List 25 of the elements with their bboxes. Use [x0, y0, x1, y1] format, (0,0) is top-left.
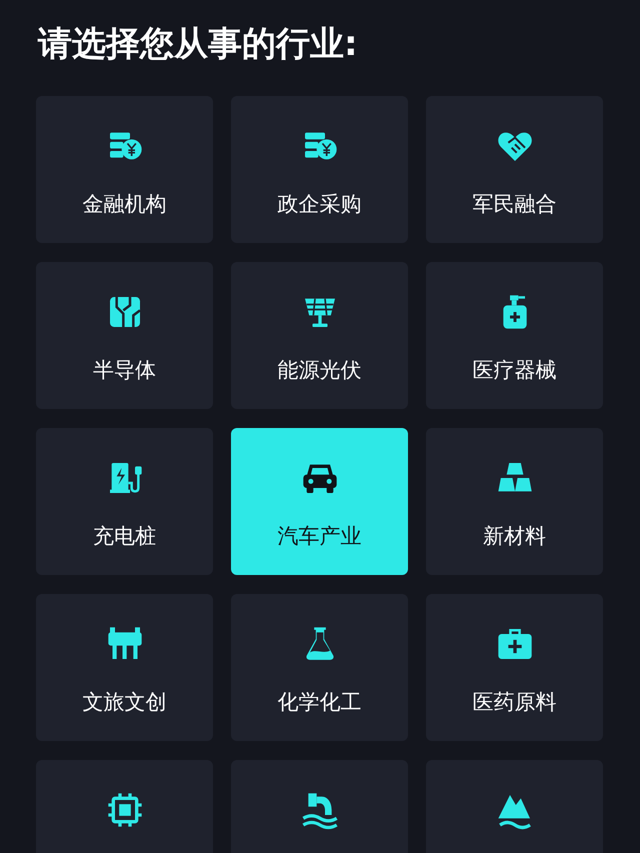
industry-card[interactable]: 充电桩 [36, 428, 213, 575]
industry-label: 金融机构 [82, 191, 166, 218]
industry-label: 医疗器械 [472, 357, 556, 384]
industry-card[interactable]: 政企采购 [231, 96, 408, 243]
industry-label: 半导体 [93, 357, 156, 384]
industry-label: 化学化工 [278, 689, 362, 716]
industry-label: 新材料 [483, 523, 546, 550]
page-title: 请选择您从事的行业: [36, 23, 359, 66]
industry-card[interactable]: 金融机构 [36, 96, 213, 243]
industry-card[interactable]: 医疗器械 [426, 262, 603, 409]
industry-card[interactable]: 化学化工 [231, 594, 408, 741]
industry-card[interactable]: 军民融合 [426, 96, 603, 243]
industry-card[interactable]: 半导体 [36, 262, 213, 409]
industry-card[interactable]: 医药原料 [426, 594, 603, 741]
industry-label: 政企采购 [278, 191, 362, 218]
industry-label: 军民融合 [472, 191, 556, 218]
industry-label: 汽车产业 [278, 523, 362, 550]
industry-card[interactable]: 汽车产业 [231, 428, 408, 575]
industry-label: 充电桩 [93, 523, 156, 550]
industry-label: 文旅文创 [82, 689, 166, 716]
industry-card[interactable]: 能源光伏 [231, 262, 408, 409]
industry-card[interactable]: 新材料 [426, 428, 603, 575]
industry-card[interactable]: 文旅文创 [36, 594, 213, 741]
industry-label: 医药原料 [472, 689, 556, 716]
industry-label: 能源光伏 [278, 357, 362, 384]
